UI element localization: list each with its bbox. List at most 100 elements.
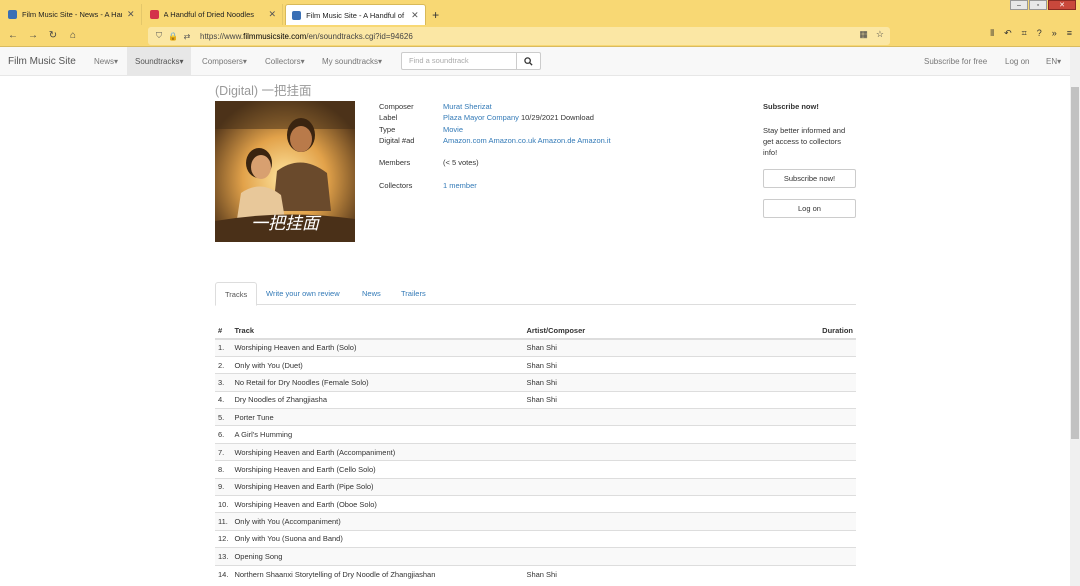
log-on-link[interactable]: Log on <box>1005 57 1029 66</box>
bookmark-star-icon[interactable]: ☆ <box>876 29 884 40</box>
search-icon <box>524 56 533 66</box>
library-icon[interactable]: ⫴ <box>990 28 994 39</box>
scrollbar-thumb[interactable] <box>1071 87 1079 439</box>
menu-icon[interactable]: ≡ <box>1067 28 1072 39</box>
type-link[interactable]: Movie <box>443 125 463 134</box>
nav-composers[interactable]: Composers ▾ <box>194 47 255 75</box>
label-link[interactable]: Plaza Mayor Company <box>443 113 519 122</box>
back-icon[interactable]: ← <box>3 26 23 46</box>
members-label: Members <box>379 158 411 167</box>
close-tab-icon[interactable]: ✕ <box>269 9 277 20</box>
store-link-amazon-it[interactable]: Amazon.it <box>577 136 610 145</box>
store-link-amazon-co-uk[interactable]: Amazon.co.uk <box>488 136 536 145</box>
table-row: 2. Only with You (Duet) Shan Shi <box>215 355 856 374</box>
browser-tab-3[interactable]: Film Music Site - A Handful of Dried Noo… <box>285 4 426 25</box>
forward-icon[interactable]: → <box>23 26 43 46</box>
tab-title: Film Music Site - A Handful of Dried Noo… <box>306 10 406 20</box>
table-row: 7. Worshiping Heaven and Earth (Accompani… <box>215 442 856 461</box>
album-cover[interactable]: 一把挂面 <box>215 101 355 242</box>
subscribe-text: Stay better informed and get access to c… <box>763 126 846 157</box>
minimize-icon[interactable]: ‒ <box>1010 0 1028 10</box>
language-select[interactable]: EN▾ <box>1046 57 1061 66</box>
subscribe-free-link[interactable]: Subscribe for free <box>924 57 987 66</box>
track-artist <box>523 529 774 548</box>
track-duration <box>773 547 856 566</box>
table-row: 9. Worshiping Heaven and Earth (Pipe Solo… <box>215 477 856 496</box>
track-title: No Retail for Dry Noodles (Female Solo) <box>231 373 524 392</box>
site-navbar: Film Music Site News ▾ Soundtracks ▾ Compo… <box>0 47 1070 76</box>
album-cover-art: 一把挂面 <box>215 101 355 242</box>
browser-toolbar: ← → ↻ ⌂ ⛉ 🔒 ⇄ https://www.filmmusicsite.… <box>0 25 1080 47</box>
permissions-icon[interactable]: ⇄ <box>180 32 194 41</box>
composer-link[interactable]: Murat Sherizat <box>443 102 492 111</box>
track-number: 1. <box>215 338 232 357</box>
maximize-icon[interactable]: ▫ <box>1029 0 1047 10</box>
page-scrollbar[interactable] <box>1070 47 1080 586</box>
store-link-amazon-de[interactable]: Amazon.de <box>538 136 576 145</box>
shield-icon[interactable]: ⛉ <box>152 31 166 41</box>
close-tab-icon[interactable]: ✕ <box>411 10 419 21</box>
track-number: 12. <box>215 529 232 548</box>
col-artist: Artist/Composer <box>523 323 774 340</box>
track-title: Only with You (Accompaniment) <box>231 512 524 531</box>
track-number: 3. <box>215 373 232 392</box>
help-icon[interactable]: ? <box>1037 28 1042 39</box>
tab-write-review[interactable]: Write your own review <box>257 282 349 305</box>
search-input[interactable]: Find a soundtrack <box>401 52 517 70</box>
track-artist <box>523 512 774 531</box>
track-number: 10. <box>215 495 232 513</box>
members-votes: (< 5 votes) <box>443 158 479 167</box>
collectors-link[interactable]: 1 member <box>443 181 477 190</box>
undo-icon[interactable]: ↶ <box>1004 28 1012 39</box>
track-artist <box>523 442 774 461</box>
home-icon[interactable]: ⌂ <box>63 26 83 46</box>
track-artist: Shan Shi <box>523 355 774 374</box>
lock-icon[interactable]: 🔒 <box>166 32 180 41</box>
close-window-icon[interactable]: ✕ <box>1048 0 1076 10</box>
nav-collectors[interactable]: Collectors ▾ <box>257 47 313 75</box>
close-tab-icon[interactable]: ✕ <box>127 9 135 20</box>
browser-tab-1[interactable]: Film Music Site - News - A Handful of Dr… <box>2 4 142 25</box>
browser-tab-2[interactable]: A Handful of Dried Noodles ✕ <box>144 4 284 25</box>
track-title: Only with You (Suona and Band) <box>231 529 524 548</box>
track-title: Worshiping Heaven and Earth (Oboe Solo) <box>231 495 524 513</box>
address-bar[interactable]: ⛉ 🔒 ⇄ https://www.filmmusicsite.com/en/s… <box>148 27 890 45</box>
track-duration <box>773 495 856 513</box>
track-artist: Shan Shi <box>523 338 774 357</box>
window-controls: ‒ ▫ ✕ <box>1010 0 1076 10</box>
track-number: 8. <box>215 460 232 479</box>
track-title: Dry Noodles of Zhangjiasha <box>231 390 524 409</box>
track-number: 4. <box>215 390 232 409</box>
store-link-amazon-com[interactable]: Amazon.com <box>443 136 487 145</box>
log-on-button[interactable]: Log on <box>763 199 856 218</box>
track-number: 6. <box>215 425 232 444</box>
site-brand[interactable]: Film Music Site <box>8 56 76 67</box>
subscribe-button[interactable]: Subscribe now! <box>763 169 856 188</box>
track-title: Porter Tune <box>231 408 524 426</box>
url-text[interactable]: https://www.filmmusicsite.com/en/soundtr… <box>200 32 413 41</box>
nav-my-soundtracks[interactable]: My soundtracks ▾ <box>314 47 390 75</box>
search-button[interactable] <box>516 52 541 70</box>
site-favicon-icon <box>292 10 302 20</box>
nav-soundtracks[interactable]: Soundtracks ▾ <box>127 47 192 75</box>
tab-news[interactable]: News <box>353 282 390 305</box>
track-duration <box>773 408 856 426</box>
overflow-icon[interactable]: » <box>1052 28 1057 39</box>
col-track: Track <box>231 323 524 340</box>
track-artist <box>523 547 774 566</box>
nav-news[interactable]: News ▾ <box>86 47 126 75</box>
crop-icon[interactable]: ⌗ <box>1022 28 1027 39</box>
reload-icon[interactable]: ↻ <box>43 26 63 46</box>
track-title: Worshiping Heaven and Earth (Solo) <box>231 338 524 357</box>
new-tab-button[interactable]: + <box>426 4 446 25</box>
tab-tracks[interactable]: Tracks <box>215 282 258 306</box>
track-number: 14. <box>215 564 232 583</box>
track-duration <box>773 390 856 409</box>
track-duration <box>773 442 856 461</box>
tab-title: A Handful of Dried Noodles <box>163 10 255 19</box>
track-title: Worshiping Heaven and Earth (Accompanime… <box>231 442 524 461</box>
tab-title: Film Music Site - News - A Handful of Dr… <box>22 10 122 19</box>
tab-trailers[interactable]: Trailers <box>392 282 435 305</box>
qr-code-icon[interactable]: ▦ <box>859 29 868 40</box>
table-row: 10. Worshiping Heaven and Earth (Oboe Sol… <box>215 495 856 513</box>
